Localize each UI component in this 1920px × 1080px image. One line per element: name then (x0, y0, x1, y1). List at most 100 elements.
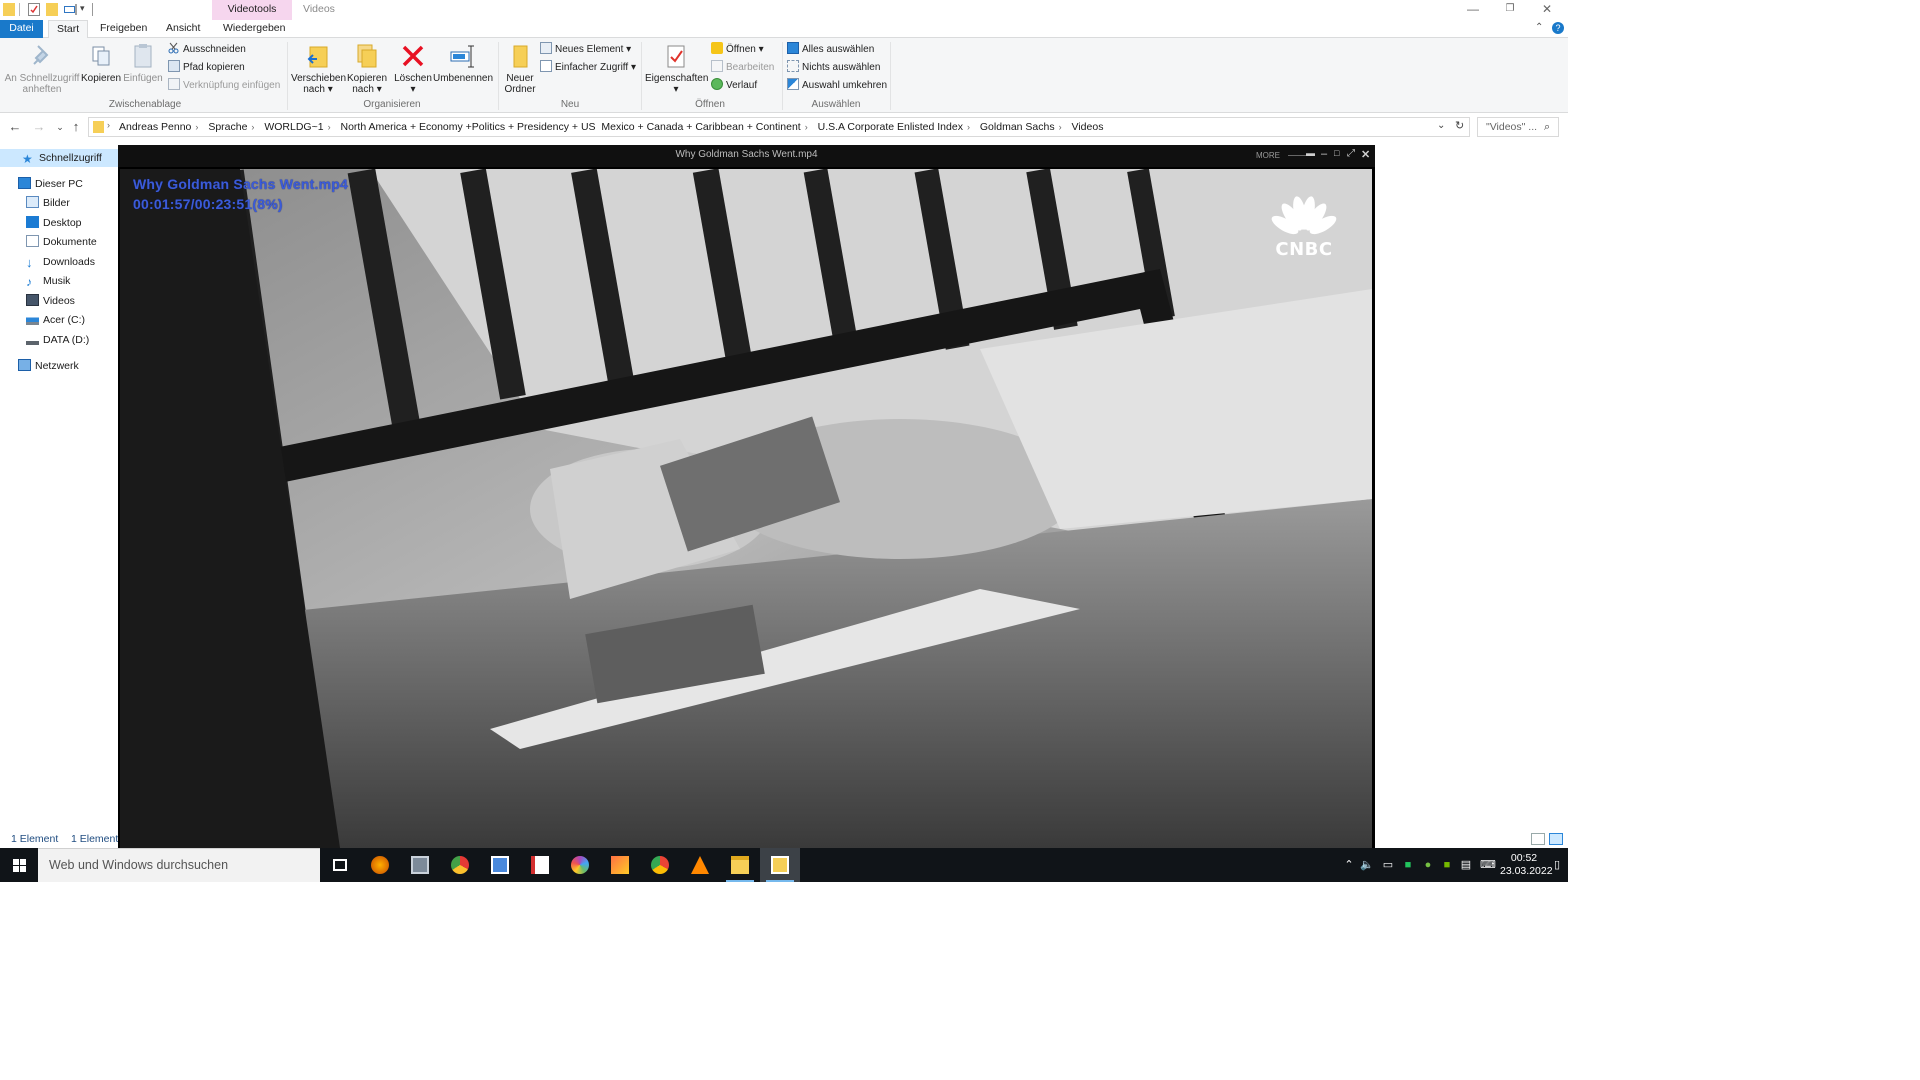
properties-button[interactable]: Eigenschaften ▾ (645, 42, 708, 95)
select-none-button[interactable]: Nichts auswählen (787, 60, 880, 76)
collapse-ribbon-icon[interactable]: ⌃ (1535, 22, 1543, 33)
nav-network[interactable]: Netzwerk (18, 357, 79, 375)
invert-selection-button[interactable]: Auswahl umkehren (787, 78, 887, 94)
breadcrumb-item[interactable]: WORLDG~1 (264, 121, 323, 133)
fullscreen-icon[interactable]: ⤢ (1347, 148, 1355, 159)
nav-item-bilder[interactable]: Bilder (26, 194, 70, 212)
nav-item-desktop[interactable]: Desktop (26, 214, 82, 232)
breadcrumb-item[interactable]: Goldman Sachs (980, 121, 1055, 133)
pin-quick-access-button[interactable]: An Schnellzugriff anheften (4, 42, 80, 95)
qat-dropdown-icon[interactable]: ▾ (80, 3, 85, 14)
up-arrow-icon[interactable]: ↑ (68, 119, 84, 135)
breadcrumb-item[interactable]: U.S.A Corporate Enlisted Index (818, 121, 963, 133)
tab-ansicht[interactable]: Ansicht (158, 20, 208, 38)
volume-bar[interactable] (1288, 155, 1306, 156)
minimize-button[interactable]: — (1456, 0, 1490, 20)
nav-this-pc[interactable]: Dieser PC (18, 175, 83, 193)
forward-arrow-icon[interactable]: → (31, 119, 47, 135)
copy-to-button[interactable]: Kopieren nach ▾ (345, 42, 389, 95)
rename-qat-icon[interactable] (64, 3, 77, 16)
keyboard-icon[interactable]: ⌨ (1479, 858, 1497, 872)
easy-access-button[interactable]: Einfacher Zugriff ▾ (540, 60, 636, 76)
large-icons-view-icon[interactable] (1549, 833, 1563, 845)
tab-freigeben[interactable]: Freigeben (92, 20, 155, 38)
breadcrumb-item[interactable]: Andreas Penno (119, 121, 191, 133)
action-center-icon[interactable]: ▤ (1459, 858, 1473, 872)
search-input[interactable]: "Videos" ... ⌕ (1477, 117, 1559, 137)
chevron-right-icon[interactable]: › (328, 122, 331, 132)
taskbar-app-explorer[interactable] (720, 848, 760, 882)
more-button[interactable]: MORE (1256, 151, 1280, 160)
nav-item-acer-c[interactable]: Acer (C:) (26, 311, 85, 329)
nav-item-downloads[interactable]: ↓ Downloads (26, 253, 95, 271)
breadcrumb-item[interactable]: North America + Economy +Politics + Pres… (341, 121, 801, 133)
refresh-icon[interactable]: ↻ (1455, 119, 1464, 132)
chevron-right-icon[interactable]: › (195, 122, 198, 132)
nav-quick-access[interactable]: ★ Schnellzugriff (0, 149, 118, 167)
dash-icon[interactable]: ▬ (1306, 148, 1315, 158)
sync-tray-icon[interactable]: ■ (1401, 858, 1415, 872)
minimize-icon[interactable]: – (1321, 148, 1327, 160)
tab-datei[interactable]: Datei (0, 20, 43, 38)
edit-button[interactable]: Bearbeiten (711, 60, 774, 76)
taskbar-app-image-viewer[interactable] (480, 848, 520, 882)
chevron-right-icon[interactable]: › (805, 122, 808, 132)
new-folder-qat-icon[interactable] (46, 3, 58, 16)
properties-qat-icon[interactable] (28, 3, 40, 16)
taskbar-search-input[interactable]: Web und Windows durchsuchen (38, 848, 320, 882)
copy-path-button[interactable]: Pfad kopieren (168, 60, 245, 76)
restore-button[interactable]: ❐ (1493, 0, 1527, 20)
address-box[interactable]: › Andreas Penno › Sprache › WORLDG~1 › Nort… (88, 117, 1470, 137)
nav-item-videos[interactable]: Videos (26, 292, 75, 310)
taskbar-app-chrome-alt[interactable] (440, 848, 480, 882)
close-button[interactable]: ✕ (1530, 0, 1564, 20)
nav-item-dokumente[interactable]: Dokumente (26, 233, 97, 251)
history-button[interactable]: Verlauf (711, 78, 757, 94)
help-icon[interactable]: ? (1552, 22, 1564, 34)
back-arrow-icon[interactable]: ← (7, 119, 23, 135)
network-tray-icon[interactable]: ▭ (1381, 858, 1395, 872)
taskbar-app-photos[interactable] (400, 848, 440, 882)
copy-button[interactable]: Kopieren (81, 42, 121, 84)
chevron-right-icon[interactable]: › (1059, 122, 1062, 132)
rename-button[interactable]: Umbenennen (433, 42, 493, 84)
clock[interactable]: 00:52 23.03.2022 (1500, 852, 1553, 878)
breadcrumb-item[interactable]: Sprache (208, 121, 247, 133)
delete-button[interactable]: Löschen ▾ (393, 42, 433, 95)
security-tray-icon[interactable]: ● (1421, 858, 1435, 872)
cut-button[interactable]: Ausschneiden (168, 42, 246, 58)
paste-shortcut-button[interactable]: Verknüpfung einfügen (168, 78, 280, 94)
paste-button[interactable]: Einfügen (123, 42, 163, 84)
recent-locations-icon[interactable]: ⌄ (52, 119, 68, 135)
task-view-button[interactable] (320, 848, 360, 882)
chevron-right-icon[interactable]: › (251, 122, 254, 132)
volume-icon[interactable]: 🔈 (1360, 858, 1374, 872)
taskbar-app-chrome[interactable] (640, 848, 680, 882)
taskbar-app-explorer-active[interactable] (760, 848, 800, 882)
breadcrumb-item[interactable]: Videos (1072, 121, 1104, 133)
select-all-button[interactable]: Alles auswählen (787, 42, 874, 58)
chevron-right-icon[interactable]: › (967, 122, 970, 132)
open-button[interactable]: Öffnen ▾ (711, 42, 764, 58)
nav-item-musik[interactable]: ♪ Musik (26, 272, 70, 290)
taskbar-app-picasa[interactable] (560, 848, 600, 882)
nav-item-data-d[interactable]: DATA (D:) (26, 331, 89, 349)
show-hidden-icons-icon[interactable]: ⌃ (1342, 858, 1356, 872)
taskbar-app-vlc[interactable] (680, 848, 720, 882)
new-item-button[interactable]: Neues Element ▾ (540, 42, 631, 58)
taskbar-app-paint[interactable] (600, 848, 640, 882)
maximize-icon[interactable]: □ (1334, 148, 1339, 158)
details-view-icon[interactable] (1531, 833, 1545, 845)
address-dropdown-icon[interactable]: ⌄ (1437, 120, 1445, 131)
close-icon[interactable]: ✕ (1361, 148, 1370, 161)
notifications-icon[interactable]: ▯ (1550, 858, 1564, 872)
move-to-button[interactable]: Verschieben nach ▾ (291, 42, 346, 95)
tab-start[interactable]: Start (48, 20, 89, 39)
nvidia-tray-icon[interactable]: ■ (1440, 858, 1454, 872)
start-button[interactable] (0, 848, 38, 882)
new-folder-button[interactable]: Neuer Ordner (502, 42, 538, 95)
tab-wiedergeben[interactable]: Wiedergeben (215, 20, 293, 38)
taskbar-app-flame[interactable] (360, 848, 400, 882)
taskbar-app-acrobat[interactable] (520, 848, 560, 882)
video-frame[interactable]: Why Goldman Sachs Went.mp4 00:01:57/00:2… (120, 169, 1372, 848)
